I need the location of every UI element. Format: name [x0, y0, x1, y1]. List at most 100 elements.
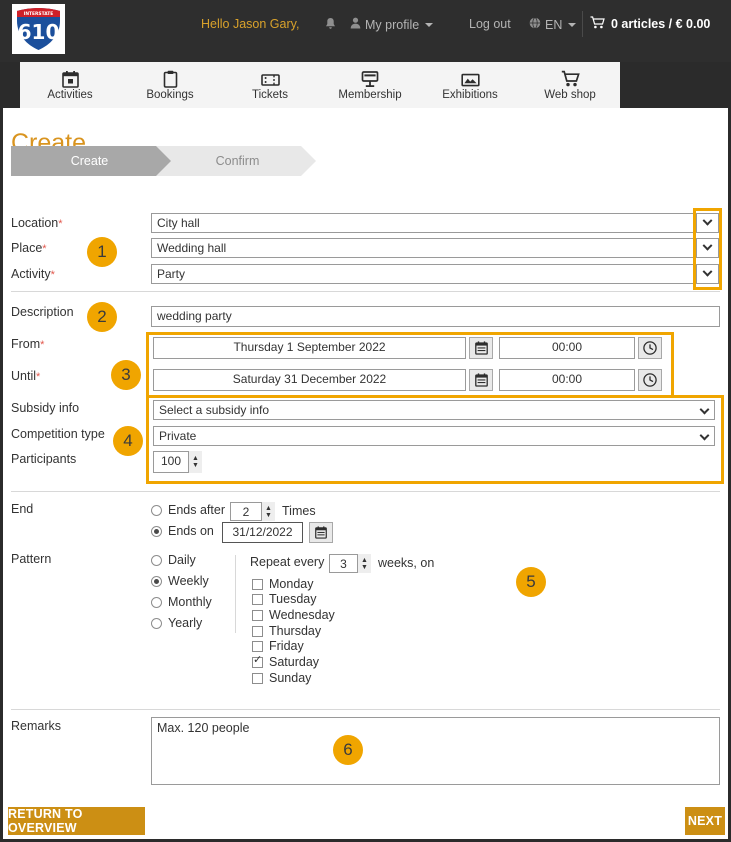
pattern-radio-yearly[interactable] [151, 617, 162, 629]
stepper-up-icon[interactable]: ▲ [361, 557, 368, 564]
checkbox-sunday[interactable] [252, 672, 263, 684]
ends-after-count-input[interactable]: 2 [230, 502, 262, 521]
callout-badge-5: 5 [516, 567, 546, 597]
remarks-label: Remarks [11, 719, 62, 733]
remarks-textarea[interactable]: Max. 120 people [151, 717, 720, 785]
nav-item-exhibitions[interactable]: Exhibitions [420, 62, 520, 108]
pattern-option-yearly[interactable]: Yearly [151, 616, 202, 630]
checkbox-saturday[interactable] [252, 654, 263, 668]
day-checkbox-monday[interactable]: Monday [252, 577, 313, 591]
step-label: Create [70, 154, 109, 168]
nav-label: Tickets [252, 89, 288, 101]
nav-item-bookings[interactable]: Bookings [120, 62, 220, 108]
day-label: Thursday [269, 624, 322, 638]
ends-on-radio-row[interactable]: Ends on [151, 524, 214, 538]
next-button[interactable]: NEXT [685, 807, 725, 835]
pattern-option-monthly[interactable]: Monthly [151, 595, 212, 609]
site-logo[interactable]: INTERSTATE 610 [12, 4, 65, 54]
clock-icon [643, 341, 657, 355]
nav-item-webshop[interactable]: Web shop [520, 62, 620, 108]
nav-item-tickets[interactable]: Tickets [220, 62, 320, 108]
until-date-picker-button[interactable] [469, 369, 493, 391]
participants-input[interactable]: 100 [153, 451, 189, 473]
ends-after-radio-row[interactable]: Ends after [151, 503, 225, 517]
pattern-radio-weekly[interactable] [151, 575, 162, 587]
return-to-overview-button[interactable]: RETURN TO OVERVIEW [8, 807, 145, 835]
chevron-down-icon [425, 22, 434, 27]
ends-on-radio[interactable] [151, 525, 162, 537]
step-create[interactable]: Create [11, 146, 171, 176]
ends-after-radio[interactable] [151, 504, 162, 516]
logout-link[interactable]: Log out [469, 17, 511, 31]
until-time-input[interactable]: 00:00 [499, 369, 635, 391]
from-time-input[interactable]: 00:00 [499, 337, 635, 359]
bell-icon [325, 17, 336, 33]
pattern-radio-monthly[interactable] [151, 596, 162, 608]
day-checkbox-thursday[interactable]: Thursday [252, 624, 321, 638]
my-profile-menu[interactable]: My profile [350, 17, 434, 32]
stepper-down-icon[interactable]: ▼ [192, 462, 199, 469]
svg-text:INTERSTATE: INTERSTATE [24, 11, 54, 17]
participants-stepper[interactable]: ▲ ▼ [189, 451, 202, 473]
pattern-option-weekly[interactable]: Weekly [151, 574, 209, 588]
competition-type-value: Private [159, 429, 197, 443]
place-select-display[interactable]: Wedding hall [151, 238, 697, 258]
stepper-down-icon[interactable]: ▼ [265, 512, 272, 519]
divider [11, 491, 720, 492]
day-checkbox-tuesday[interactable]: Tuesday [252, 592, 316, 606]
pattern-label: Pattern [11, 552, 52, 566]
notifications-button[interactable] [325, 17, 336, 33]
until-time-picker-button[interactable] [638, 369, 662, 391]
main-navigation: Activities Bookings Tickets Membership E [20, 62, 620, 108]
subsidy-value: Select a subsidy info [159, 403, 270, 417]
cart-button[interactable]: 0 articles / € 0.00 [582, 11, 718, 37]
location-label: Location* [11, 216, 63, 230]
pattern-radio-daily[interactable] [151, 554, 162, 566]
stepper-up-icon[interactable]: ▲ [265, 505, 272, 512]
stepper-down-icon[interactable]: ▼ [361, 564, 368, 571]
callout-badge-3: 3 [111, 360, 141, 390]
checkbox-wednesday[interactable] [252, 609, 263, 621]
pattern-label-weekly: Weekly [168, 574, 209, 588]
location-dropdown-arrow[interactable] [697, 213, 719, 233]
activity-dropdown-arrow[interactable] [697, 264, 719, 284]
ends-on-date-picker-button[interactable] [309, 522, 333, 543]
location-select-display[interactable]: City hall [151, 213, 697, 233]
pattern-label-yearly: Yearly [168, 616, 203, 630]
competition-type-select[interactable]: Private [153, 426, 715, 446]
ends-on-label: Ends on [168, 524, 214, 538]
day-checkbox-saturday[interactable]: Saturday [252, 654, 319, 669]
day-checkbox-friday[interactable]: Friday [252, 639, 304, 653]
subsidy-select[interactable]: Select a subsidy info [153, 400, 715, 420]
day-checkbox-wednesday[interactable]: Wednesday [252, 608, 335, 622]
interstate-610-shield-icon: INTERSTATE 610 [17, 8, 60, 50]
repeat-interval-stepper[interactable]: ▲ ▼ [358, 554, 371, 573]
checkbox-monday[interactable] [252, 578, 263, 590]
checkbox-thursday[interactable] [252, 625, 263, 637]
day-checkbox-sunday[interactable]: Sunday [252, 671, 311, 685]
stepper-up-icon[interactable]: ▲ [192, 455, 199, 462]
from-time-picker-button[interactable] [638, 337, 662, 359]
ticket-icon [260, 69, 280, 88]
step-confirm[interactable]: Confirm [156, 146, 316, 176]
from-date-picker-button[interactable] [469, 337, 493, 359]
from-date-input[interactable]: Thursday 1 September 2022 [153, 337, 466, 359]
nav-item-activities[interactable]: Activities [20, 62, 120, 108]
checkbox-tuesday[interactable] [252, 593, 263, 605]
until-date-input[interactable]: Saturday 31 December 2022 [153, 369, 466, 391]
description-input[interactable]: wedding party [151, 306, 720, 327]
language-selector[interactable]: EN [529, 17, 577, 32]
repeat-interval-input[interactable]: 3 [329, 554, 358, 573]
chevron-down-icon [702, 215, 713, 226]
pattern-option-daily[interactable]: Daily [151, 553, 196, 567]
place-dropdown-arrow[interactable] [697, 238, 719, 258]
ends-after-stepper[interactable]: ▲ ▼ [262, 502, 275, 521]
nav-label: Activities [47, 89, 93, 101]
participants-label: Participants [11, 452, 77, 466]
nav-item-membership[interactable]: Membership [320, 62, 420, 108]
activity-select-display[interactable]: Party [151, 264, 697, 284]
ends-on-date-input[interactable]: 31/12/2022 [222, 522, 303, 543]
repeat-every-label: Repeat every [250, 555, 325, 569]
day-label: Tuesday [269, 592, 317, 606]
checkbox-friday[interactable] [252, 640, 263, 652]
